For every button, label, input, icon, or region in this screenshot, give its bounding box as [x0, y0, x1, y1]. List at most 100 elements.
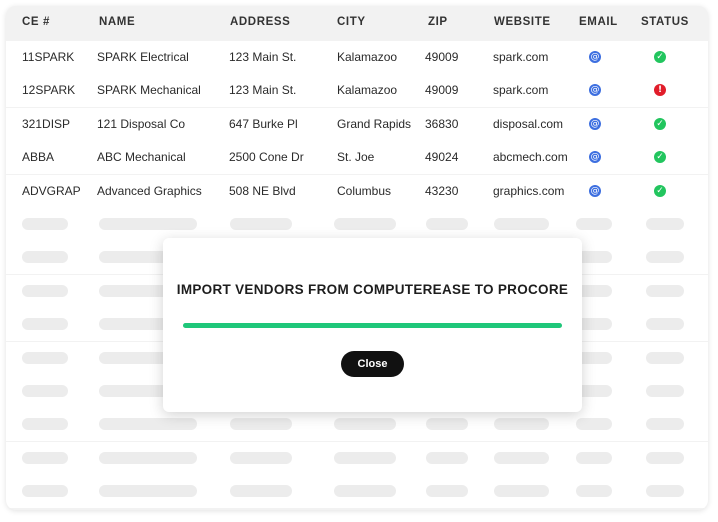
- placeholder-cell: [426, 451, 468, 464]
- placeholder-cell: [230, 218, 292, 230]
- cell-name: 121 Disposal Co: [97, 116, 186, 131]
- placeholder-cell: [99, 218, 197, 230]
- placeholder-cell: [22, 451, 68, 464]
- cell-address: 647 Burke Pl: [229, 116, 298, 131]
- status-ok-icon: ✓: [654, 151, 666, 164]
- cell-name: Advanced Graphics: [97, 183, 202, 198]
- placeholder-cell: [646, 418, 684, 431]
- close-button[interactable]: Close: [341, 351, 404, 377]
- cell-address: 508 NE Blvd: [229, 183, 296, 198]
- placeholder-cell: [576, 418, 612, 431]
- placeholder-cell: [230, 451, 292, 464]
- status-ok-icon: ✓: [654, 117, 666, 130]
- header-zip: ZIP: [428, 16, 448, 28]
- cell-website[interactable]: graphics.com: [493, 184, 564, 198]
- placeholder-cell: [494, 451, 549, 464]
- cell-website[interactable]: spark.com: [493, 83, 548, 97]
- placeholder-cell: [230, 485, 292, 498]
- placeholder-cell: [646, 251, 684, 264]
- email-icon[interactable]: @: [589, 84, 601, 97]
- placeholder-cell: [334, 418, 396, 431]
- modal-title: IMPORT VENDORS FROM COMPUTEREASE TO PROC…: [176, 282, 569, 297]
- cell-address: 123 Main St.: [229, 83, 297, 98]
- status-ok-icon: ✓: [654, 184, 666, 197]
- email-icon[interactable]: @: [589, 51, 601, 63]
- cell-zip: 43230: [425, 183, 459, 198]
- placeholder-cell: [426, 418, 468, 431]
- cell-zip: 36830: [425, 116, 459, 131]
- placeholder-cell: [576, 451, 612, 464]
- placeholder-cell: [22, 351, 68, 364]
- header-email: EMAIL: [579, 16, 618, 28]
- placeholder-cell: [334, 451, 396, 464]
- cell-name: SPARK Mechanical: [97, 83, 201, 98]
- placeholder-cell: [99, 485, 197, 498]
- placeholder-cell: [646, 318, 684, 331]
- placeholder-row: [6, 441, 708, 475]
- table-header: CE # NAME ADDRESS CITY ZIP WEBSITE EMAIL…: [6, 6, 708, 40]
- placeholder-cell: [426, 218, 468, 230]
- email-icon[interactable]: @: [589, 117, 601, 130]
- status-ok-icon: ✓: [654, 51, 666, 63]
- placeholder-cell: [334, 218, 396, 230]
- cell-ce: ABBA: [22, 150, 55, 165]
- cell-ce: 12SPARK: [22, 83, 76, 98]
- cell-name: ABC Mechanical: [97, 150, 186, 165]
- placeholder-cell: [22, 385, 68, 397]
- cell-address: 2500 Cone Dr: [229, 150, 304, 165]
- header-status: STATUS: [641, 16, 689, 28]
- table-row: 321DISP 121 Disposal Co 647 Burke Pl Grand …: [6, 107, 708, 141]
- cell-city: Grand Rapids: [337, 116, 412, 131]
- placeholder-cell: [646, 351, 684, 364]
- placeholder-row: [6, 208, 708, 241]
- status-error-icon: !: [654, 84, 666, 97]
- cell-zip: 49009: [425, 83, 459, 98]
- cell-website[interactable]: spark.com: [493, 50, 548, 64]
- cell-city: Kalamazoo: [337, 83, 398, 98]
- table-row: 11SPARK SPARK Electrical 123 Main St. Kalam…: [6, 41, 708, 74]
- placeholder-cell: [646, 284, 684, 297]
- progress-fill: [183, 323, 562, 328]
- placeholder-cell: [494, 485, 549, 498]
- cell-city: St. Joe: [337, 150, 375, 165]
- placeholder-cell: [230, 418, 292, 431]
- placeholder-cell: [646, 485, 684, 498]
- placeholder-cell: [646, 218, 684, 230]
- cell-name: SPARK Electrical: [97, 50, 189, 64]
- header-website: WEBSITE: [494, 16, 551, 28]
- cell-zip: 49024: [425, 150, 459, 165]
- placeholder-cell: [334, 485, 396, 498]
- cell-website[interactable]: abcmech.com: [493, 150, 568, 164]
- placeholder-cell: [99, 451, 197, 464]
- email-icon[interactable]: @: [589, 184, 601, 197]
- placeholder-cell: [22, 318, 68, 331]
- placeholder-row: [6, 475, 708, 509]
- cell-ce: 321DISP: [22, 116, 71, 131]
- placeholder-cell: [646, 451, 684, 464]
- cell-city: Columbus: [337, 183, 392, 198]
- table-row: 12SPARK SPARK Mechanical 123 Main St. Kalam…: [6, 74, 708, 108]
- placeholder-cell: [22, 218, 68, 230]
- email-icon[interactable]: @: [589, 151, 601, 164]
- placeholder-cell: [22, 418, 68, 431]
- placeholder-cell: [22, 251, 68, 264]
- table-row: ABBA ABC Mechanical 2500 Cone Dr St. Joe 490…: [6, 141, 708, 175]
- cell-ce: 11SPARK: [22, 50, 75, 64]
- placeholder-cell: [646, 385, 684, 397]
- cell-website[interactable]: disposal.com: [493, 117, 563, 131]
- placeholder-cell: [22, 284, 68, 297]
- table-row: ADVGRAP Advanced Graphics 508 NE Blvd Colum…: [6, 174, 708, 208]
- placeholder-cell: [99, 418, 197, 431]
- placeholder-cell: [494, 218, 549, 230]
- progress-bar: [183, 323, 562, 328]
- cell-address: 123 Main St.: [229, 50, 297, 64]
- placeholder-cell: [576, 485, 612, 498]
- header-name: NAME: [99, 16, 136, 28]
- import-modal: IMPORT VENDORS FROM COMPUTEREASE TO PROC…: [163, 238, 582, 412]
- vendor-table: CE # NAME ADDRESS CITY ZIP WEBSITE EMAIL…: [6, 6, 708, 510]
- header-city: CITY: [337, 16, 366, 28]
- placeholder-cell: [426, 485, 468, 498]
- placeholder-cell: [576, 218, 612, 230]
- cell-zip: 49009: [425, 50, 459, 64]
- header-ce: CE #: [22, 16, 50, 28]
